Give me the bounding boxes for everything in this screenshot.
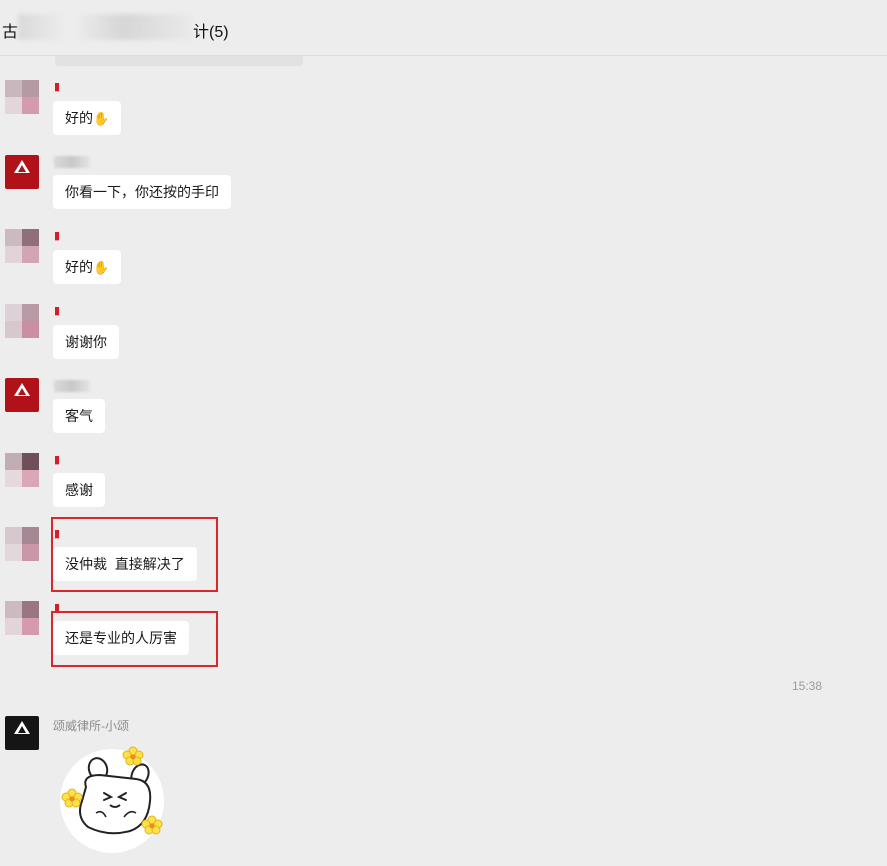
message-text: 客气: [65, 408, 93, 424]
client-avatar[interactable]: [5, 229, 39, 263]
client-avatar[interactable]: [5, 527, 39, 561]
sender-name: 颂威律所-小颂: [53, 719, 129, 733]
client-avatar[interactable]: [5, 80, 39, 114]
cup-icon: ▮: [54, 81, 61, 93]
message-text: 感谢: [65, 482, 93, 498]
law-firm-avatar[interactable]: [5, 155, 39, 189]
law-firm-avatar[interactable]: [5, 716, 39, 750]
chat-title-count: 计(5): [193, 24, 229, 41]
bunny-sticker[interactable]: [56, 745, 171, 855]
message-bubble[interactable]: 你看一下，你还按的手印: [53, 175, 231, 209]
message-text: 你看一下，你还按的手印: [65, 184, 219, 200]
law-firm-logo-icon: [14, 383, 30, 396]
previous-message-fragment: [55, 56, 303, 66]
ok-hand-icon: ✋: [93, 111, 110, 126]
client-avatar[interactable]: [5, 453, 39, 487]
law-firm-avatar[interactable]: [5, 378, 39, 412]
cup-icon: ▮: [54, 230, 61, 242]
message-text: 谢谢你: [65, 334, 107, 350]
message-bubble[interactable]: 客气: [53, 399, 105, 433]
law-firm-logo-icon: [14, 721, 30, 734]
ok-hand-icon: ✋: [93, 260, 110, 275]
law-firm-logo-icon: [14, 160, 30, 173]
cup-icon: ▮: [54, 454, 61, 466]
message-text: 好的: [65, 110, 93, 126]
message-bubble[interactable]: 好的✋: [53, 101, 122, 135]
timestamp: 15:38: [792, 679, 823, 693]
highlight-box: [51, 517, 218, 592]
client-avatar[interactable]: [5, 304, 39, 338]
sender-name-redaction: [54, 156, 90, 168]
message-bubble[interactable]: 好的✋: [53, 250, 122, 284]
chat-header: 古 计(5): [0, 0, 887, 56]
message-text: 好的: [65, 259, 93, 275]
client-avatar[interactable]: [5, 601, 39, 635]
title-redaction: [18, 14, 193, 40]
cup-icon: ▮: [54, 305, 61, 317]
chat-title-start: 古: [2, 24, 19, 41]
message-bubble[interactable]: 谢谢你: [53, 325, 119, 359]
message-bubble[interactable]: 感谢: [53, 473, 105, 507]
sender-name-redaction: [54, 380, 90, 392]
highlight-box: [51, 611, 218, 667]
